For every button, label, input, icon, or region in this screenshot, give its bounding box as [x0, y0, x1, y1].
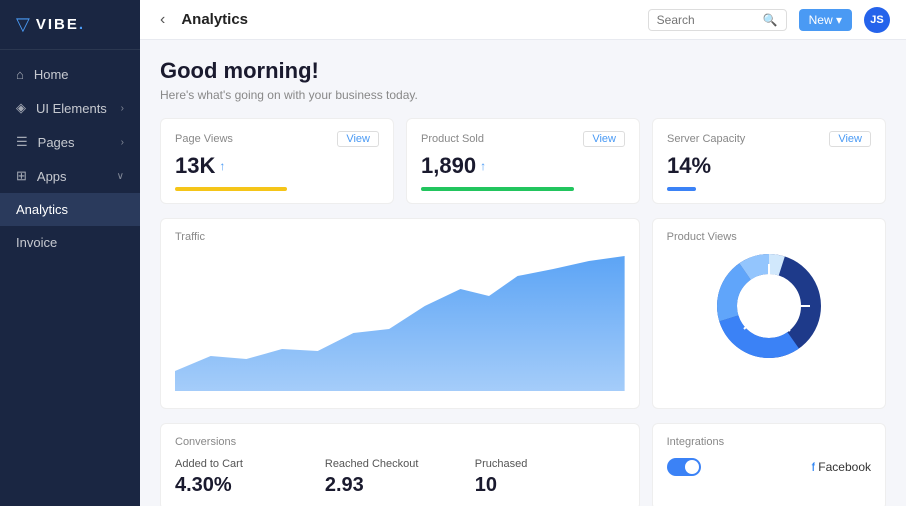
- charts-row: Traffic Product Views: [160, 218, 886, 409]
- integrations-card: Integrations f Facebook: [652, 423, 886, 506]
- conv-value-checkout: 2.93: [325, 474, 475, 497]
- main-content: ‹ Analytics 🔍 New ▾ JS Good morning! Her…: [140, 0, 906, 506]
- stat-card-page-views: Page Views View 13K↑: [160, 118, 394, 204]
- stat-label-product-sold: Product Sold: [421, 133, 484, 145]
- chevron-right-icon: ›: [121, 103, 124, 114]
- stat-value-product-sold: 1,890↑: [421, 153, 625, 179]
- conv-reached-checkout: Reached Checkout 2.93: [325, 458, 475, 497]
- stat-value-page-views: 13K↑: [175, 153, 379, 179]
- conv-value-added: 4.30%: [175, 474, 325, 497]
- search-icon: 🔍: [763, 13, 778, 27]
- dashboard: Good morning! Here's what's going on wit…: [140, 40, 906, 506]
- facebook-toggle[interactable]: [667, 458, 701, 476]
- sidebar: ▽ VIBE. ⌂ Home ◈ UI Elements › ☰ Pages ›: [0, 0, 140, 506]
- bottom-row: Conversions Added to Cart 4.30% Reached …: [160, 423, 886, 506]
- conv-added-to-cart: Added to Cart 4.30%: [175, 458, 325, 497]
- apps-icon: ⊞: [16, 168, 27, 184]
- logo-text: VIBE.: [36, 16, 85, 33]
- conversions-card: Conversions Added to Cart 4.30% Reached …: [160, 423, 640, 506]
- greeting-title: Good morning!: [160, 58, 886, 84]
- conv-purchased: Pruchased 10: [475, 458, 625, 497]
- stat-card-server-capacity: Server Capacity View 14%: [652, 118, 886, 204]
- stats-row: Page Views View 13K↑ Product Sold View 1…: [160, 118, 886, 204]
- traffic-label: Traffic: [175, 231, 625, 243]
- traffic-card: Traffic: [160, 218, 640, 409]
- greeting-subtitle: Here's what's going on with your busines…: [160, 88, 886, 102]
- stat-label-page-views: Page Views: [175, 133, 233, 145]
- sidebar-item-label: UI Elements: [36, 101, 107, 116]
- home-icon: ⌂: [16, 67, 24, 82]
- search-input[interactable]: [657, 13, 757, 27]
- view-button-product-sold[interactable]: View: [583, 131, 625, 147]
- conversions-metrics: Added to Cart 4.30% Reached Checkout 2.9…: [175, 458, 625, 497]
- facebook-label: f Facebook: [812, 460, 871, 474]
- conv-title-added: Added to Cart: [175, 458, 325, 470]
- logo-icon: ▽: [16, 14, 30, 35]
- sidebar-item-label: Pages: [38, 135, 75, 150]
- arrow-icon: ↑: [219, 159, 225, 173]
- ui-elements-icon: ◈: [16, 100, 26, 116]
- sidebar-item-invoice[interactable]: Invoice: [0, 226, 140, 259]
- view-button-page-views[interactable]: View: [337, 131, 379, 147]
- sidebar-item-apps[interactable]: ⊞ Apps ∨: [0, 159, 140, 193]
- chevron-right-icon: ›: [121, 137, 124, 148]
- new-button[interactable]: New ▾: [799, 9, 852, 31]
- pages-icon: ☰: [16, 134, 28, 150]
- arrow-icon: ↑: [480, 159, 486, 173]
- stat-bar-page-views: [175, 187, 287, 191]
- avatar[interactable]: JS: [864, 7, 890, 33]
- sidebar-item-home[interactable]: ⌂ Home: [0, 58, 140, 91]
- donut-chart: [714, 251, 824, 361]
- search-box[interactable]: 🔍: [648, 9, 787, 31]
- sidebar-logo[interactable]: ▽ VIBE.: [0, 0, 140, 50]
- back-button[interactable]: ‹: [156, 7, 169, 33]
- integrations-label: Integrations: [667, 436, 871, 448]
- sidebar-nav: ⌂ Home ◈ UI Elements › ☰ Pages › ⊞ Apps …: [0, 50, 140, 506]
- sidebar-item-label: Home: [34, 67, 69, 82]
- product-views-card: Product Views: [652, 218, 886, 409]
- conv-title-checkout: Reached Checkout: [325, 458, 475, 470]
- page-title: Analytics: [181, 11, 635, 28]
- sidebar-item-pages[interactable]: ☰ Pages ›: [0, 125, 140, 159]
- sidebar-item-label: Invoice: [16, 235, 57, 250]
- sidebar-item-ui-elements[interactable]: ◈ UI Elements ›: [0, 91, 140, 125]
- product-views-label: Product Views: [667, 231, 737, 243]
- sidebar-item-analytics[interactable]: Analytics: [0, 193, 140, 226]
- conv-title-purchased: Pruchased: [475, 458, 625, 470]
- stat-card-product-sold: Product Sold View 1,890↑: [406, 118, 640, 204]
- stat-bar-product-sold: [421, 187, 574, 191]
- topbar: ‹ Analytics 🔍 New ▾ JS: [140, 0, 906, 40]
- chevron-down-icon: ∨: [117, 171, 124, 182]
- integration-facebook-row: f Facebook: [667, 458, 871, 476]
- stat-label-server-capacity: Server Capacity: [667, 133, 745, 145]
- stat-bar-server-capacity: [667, 187, 696, 191]
- sidebar-item-label: Analytics: [16, 202, 68, 217]
- sidebar-item-label: Apps: [37, 169, 67, 184]
- traffic-chart: [175, 251, 625, 391]
- conv-value-purchased: 10: [475, 474, 625, 497]
- conversions-label: Conversions: [175, 436, 625, 448]
- view-button-server-capacity[interactable]: View: [829, 131, 871, 147]
- stat-value-server-capacity: 14%: [667, 153, 871, 179]
